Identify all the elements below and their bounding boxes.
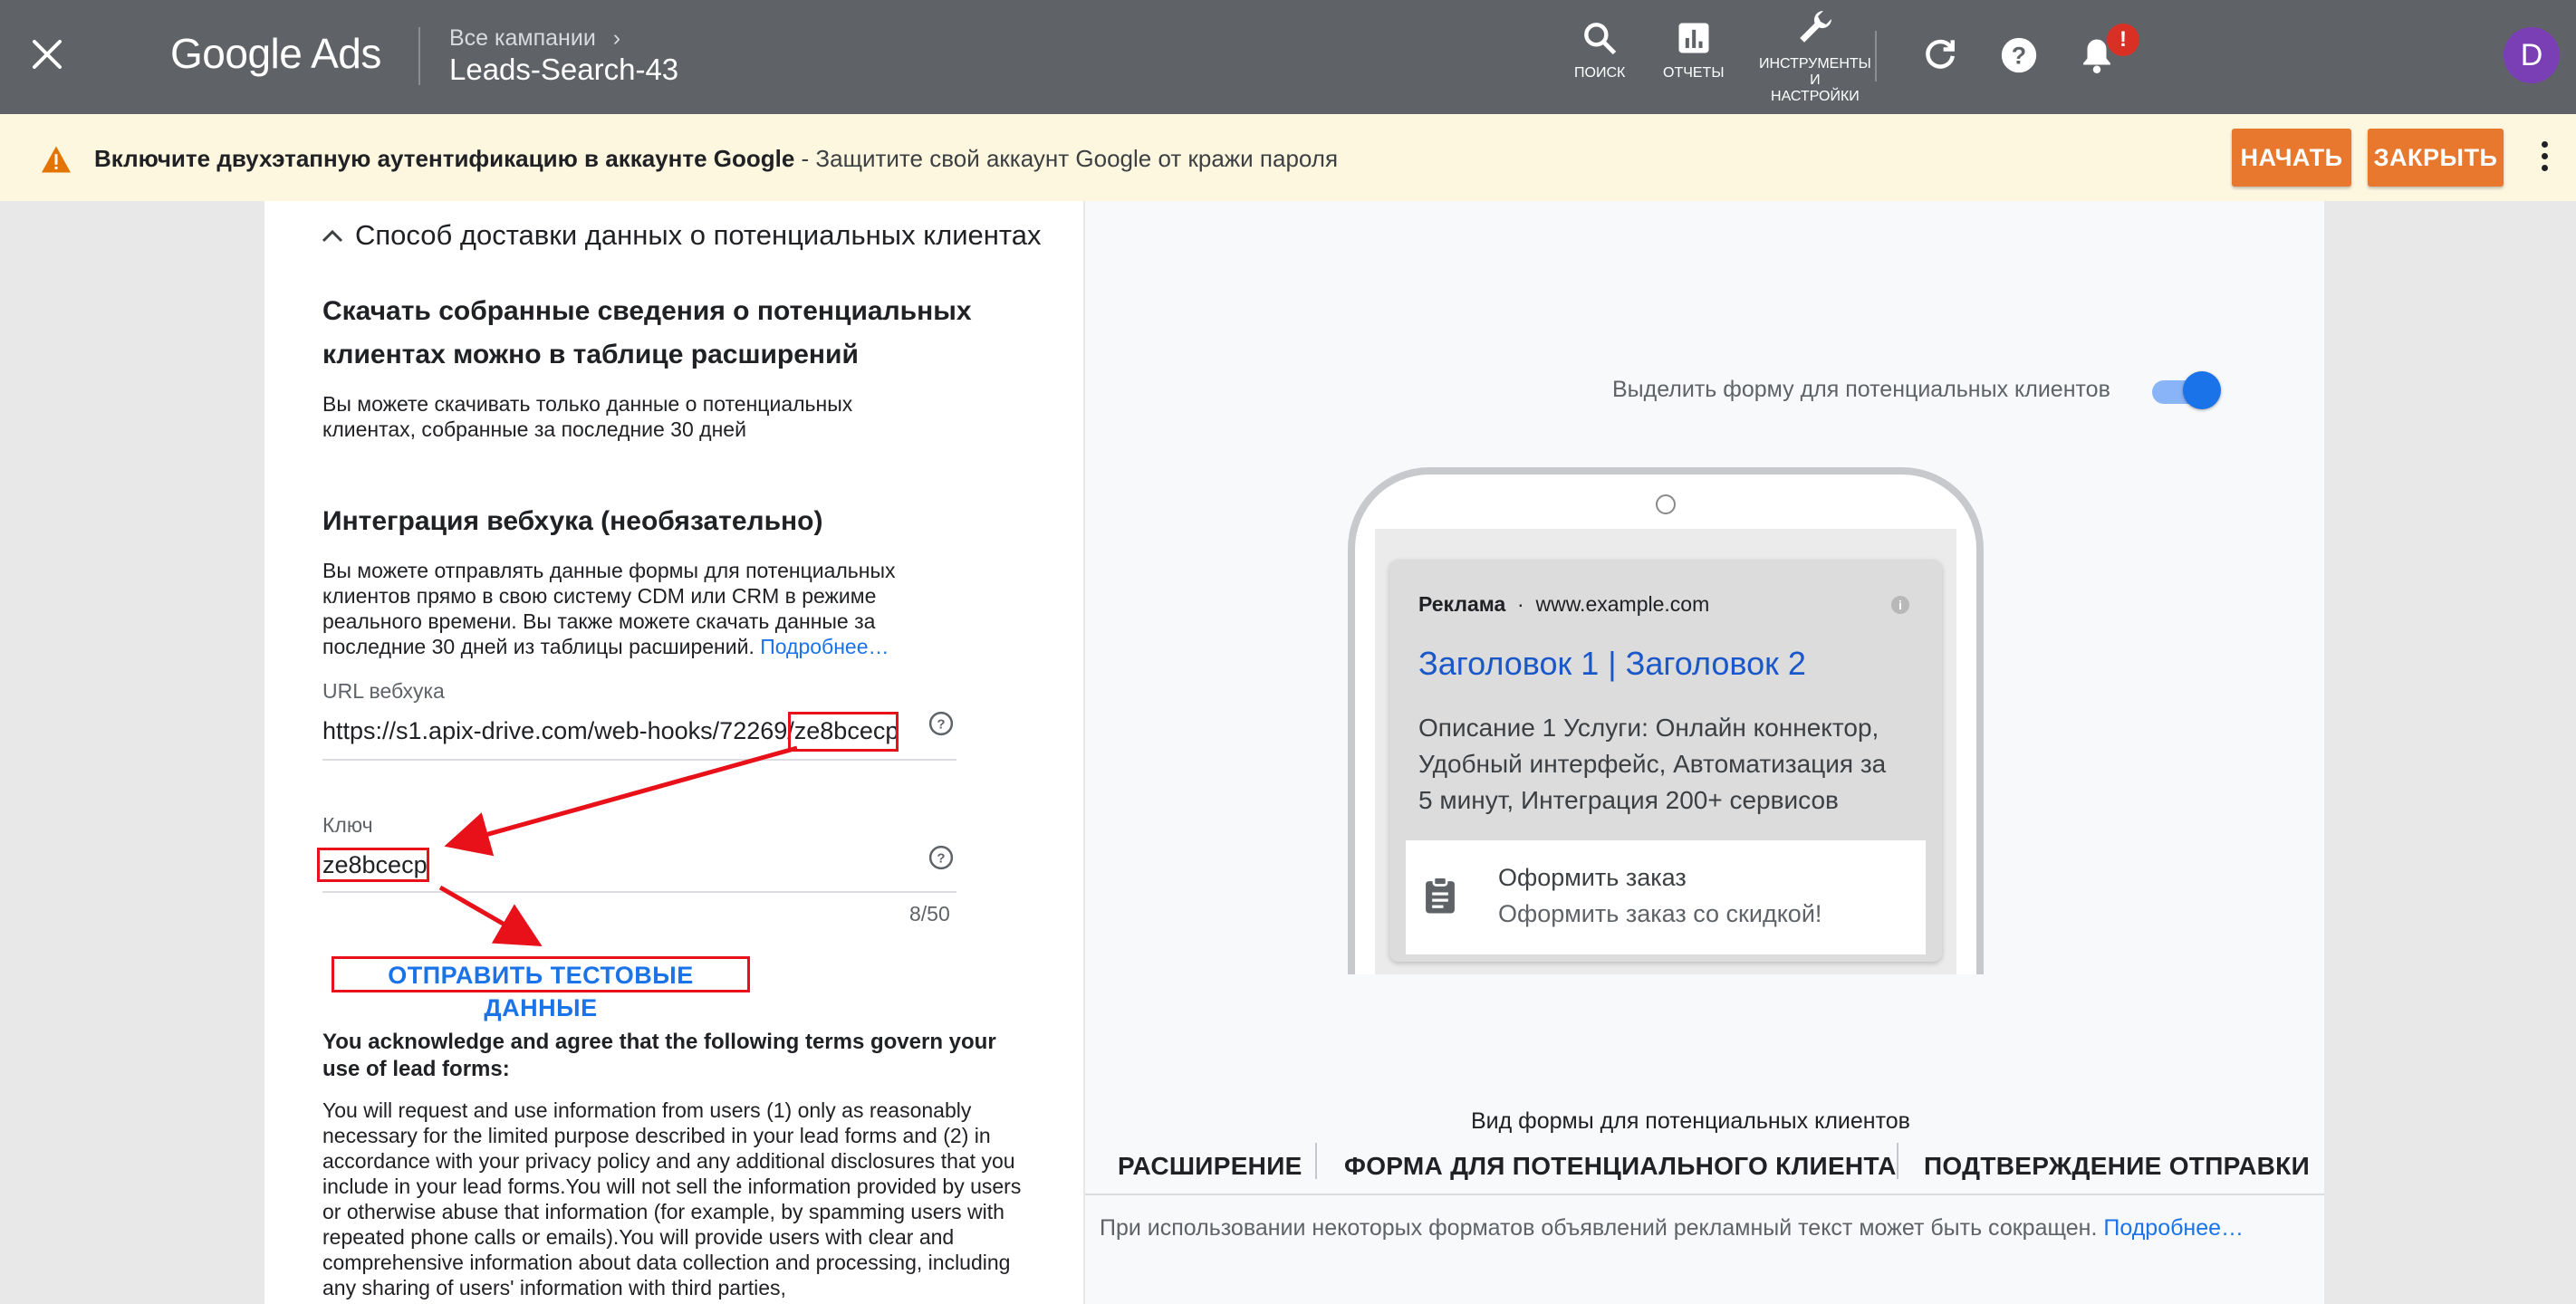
ad-display-url: www.example.com <box>1535 592 1710 616</box>
notification-badge: ! <box>2107 24 2139 56</box>
google-ads-logo[interactable]: Google Ads <box>170 29 381 78</box>
tab-separator <box>1897 1143 1898 1179</box>
svg-text:?: ? <box>937 717 945 733</box>
banner-title: Включите двухэтапную аутентификацию в ак… <box>94 145 795 172</box>
banner-description: - Защитите свой аккаунт Google от кражи … <box>794 145 1339 172</box>
breadcrumb-all-campaigns[interactable]: Все кампании › <box>449 25 620 52</box>
search-tool-button[interactable]: ПОИСК <box>1574 18 1625 82</box>
download-text-line1: Вы можете скачивать только данные о поте… <box>322 392 853 416</box>
terms-heading: You acknowledge and agree that the follo… <box>322 1030 996 1081</box>
more-options-icon[interactable] <box>2542 141 2549 177</box>
truncation-note: При использовании некоторых форматов объ… <box>1100 1215 2244 1242</box>
url-field-underline <box>322 759 956 761</box>
send-test-data-button[interactable]: ОТПРАВИТЬ ТЕСТОВЫЕ ДАННЫЕ <box>332 956 750 1021</box>
tab-submission-confirmation[interactable]: ПОДТВЕРЖДЕНИЕ ОТПРАВКИ <box>1924 1152 2310 1181</box>
tab-extension[interactable]: РАСШИРЕНИЕ <box>1118 1152 1302 1181</box>
wrench-icon <box>1800 10 1831 43</box>
webhook-text-line4: последние 30 дней из таблицы расширений.… <box>322 634 889 659</box>
webhook-url-prefix: https://s1.apix-drive.com/web-hooks/7226… <box>322 717 794 744</box>
webhook-text-line4-text: последние 30 дней из таблицы расширений. <box>322 635 755 658</box>
tools-label-line3: НАСТРОЙКИ <box>1771 89 1860 104</box>
highlight-form-toggle-label: Выделить форму для потенциальных клиенто… <box>1612 377 2110 402</box>
ad-headline: Заголовок 1 | Заголовок 2 <box>1418 645 1806 682</box>
clipboard-icon <box>1426 876 1455 914</box>
terms-text: You will request and use information fro… <box>322 1098 1022 1299</box>
lead-form-title: Оформить заказ <box>1498 864 1687 891</box>
start-button[interactable]: НАЧАТЬ <box>2232 129 2351 187</box>
webhook-heading: Интеграция вебхука (необязательно) <box>322 506 823 536</box>
download-text-line2: клиентах, собранные за последние 30 дней <box>322 417 746 441</box>
ad-description-line2: Удобный интерфейс, Автоматизация за <box>1418 750 1887 778</box>
header-divider <box>418 27 420 85</box>
ad-label: Реклама <box>1418 592 1506 616</box>
breadcrumb-all-campaigns-label: Все кампании <box>449 25 596 51</box>
tab-separator <box>1315 1143 1317 1179</box>
tools-divider <box>1875 31 1877 82</box>
phone-camera <box>1656 494 1676 514</box>
chevron-right-icon: › <box>612 25 621 51</box>
webhook-url-label: URL вебхука <box>322 679 445 703</box>
webhook-text-line1: Вы можете отправлять данные формы для по… <box>322 559 896 582</box>
lead-form-subtitle: Оформить заказ со скидкой! <box>1498 900 1822 927</box>
section-title-delivery[interactable]: Способ доставки данных о потенциальных к… <box>355 219 1041 252</box>
preview-divider <box>1085 1194 2324 1195</box>
truncation-learn-more-link[interactable]: Подробнее… <box>2103 1215 2244 1241</box>
lead-form-extension <box>1406 840 1926 954</box>
search-icon <box>1584 23 1617 55</box>
key-highlight-box <box>317 848 429 882</box>
truncation-note-text: При использовании некоторых форматов объ… <box>1100 1215 2098 1241</box>
ad-info-icon: i <box>1891 596 1909 614</box>
tab-lead-form[interactable]: ФОРМА ДЛЯ ПОТЕНЦИАЛЬНОГО КЛИЕНТА <box>1344 1152 1897 1181</box>
key-label: Ключ <box>322 813 373 837</box>
tools-settings-button[interactable]: ИНСТРУМЕНТЫ И НАСТРОЙКИ <box>1759 5 1871 105</box>
webhook-text-line2: клиентов прямо в свою систему CDM или CR… <box>322 584 877 608</box>
svg-text:?: ? <box>937 851 945 867</box>
url-key-highlight-box <box>788 712 899 752</box>
banner-message: Включите двухэтапную аутентификацию в ак… <box>94 145 1338 173</box>
webhook-learn-more-link[interactable]: Подробнее… <box>760 635 889 658</box>
preview-caption: Вид формы для потенциальных клиентов <box>1471 1108 1910 1134</box>
reports-icon <box>1678 23 1709 53</box>
download-heading-line1: Скачать собранные сведения о потенциальн… <box>322 296 972 326</box>
webhook-text-line3: реального времени. Вы также можете скача… <box>322 609 876 633</box>
ad-description-line1: Описание 1 Услуги: Онлайн коннектор, <box>1418 714 1879 742</box>
top-app-bar: Google Ads Все кампании › Leads-Search-4… <box>0 0 2576 114</box>
ad-description-line3: 5 минут, Интеграция 200+ сервисов <box>1418 786 1839 814</box>
tools-label-line2: И <box>1810 72 1821 88</box>
ad-label-line: Реклама · www.example.com <box>1418 592 1710 616</box>
ad-description: Описание 1 Услуги: Онлайн коннектор, Удо… <box>1418 710 1926 819</box>
key-field-underline <box>322 891 956 893</box>
search-tool-label: ПОИСК <box>1574 65 1626 81</box>
account-avatar[interactable]: D <box>2504 27 2560 83</box>
close-banner-button[interactable]: ЗАКРЫТЬ <box>2368 129 2504 187</box>
chevron-up-icon[interactable] <box>321 228 344 244</box>
key-char-counter: 8/50 <box>909 902 950 925</box>
tools-label-line1: ИНСТРУМЕНТЫ <box>1759 56 1871 72</box>
refresh-icon[interactable] <box>1920 34 1960 74</box>
close-icon[interactable] <box>27 34 67 74</box>
warning-icon <box>42 146 71 173</box>
campaign-name[interactable]: Leads-Search-43 <box>449 53 678 87</box>
download-heading-line2: клиентах можно в таблице расширений <box>322 340 859 369</box>
highlight-form-toggle-knob[interactable] <box>2183 371 2221 409</box>
url-help-icon[interactable]: ? <box>928 710 955 737</box>
key-help-icon[interactable]: ? <box>928 844 955 871</box>
reports-tool-button[interactable]: ОТЧЕТЫ <box>1663 18 1725 82</box>
reports-tool-label: ОТЧЕТЫ <box>1663 65 1725 81</box>
svg-text:?: ? <box>2012 43 2026 70</box>
help-icon[interactable]: ? <box>1998 34 2040 76</box>
